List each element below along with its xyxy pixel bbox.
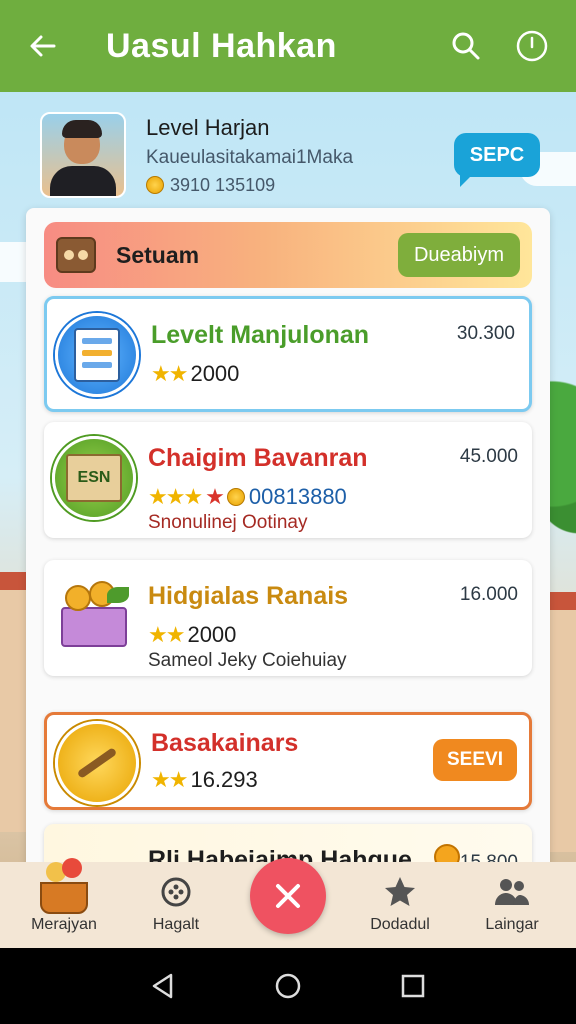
radio-icon	[56, 237, 96, 273]
avatar[interactable]	[40, 112, 126, 198]
close-fab-button[interactable]	[250, 858, 326, 934]
nav-item-laingar[interactable]: Laingar	[464, 874, 560, 934]
banner-label: Setuam	[116, 241, 200, 268]
nav-label: Merajyan	[31, 916, 97, 933]
clock-icon[interactable]	[510, 24, 554, 68]
banner-button[interactable]: Dueabiym	[398, 233, 520, 277]
item-value: 16.000	[459, 584, 518, 605]
star-icon: ★★	[148, 622, 185, 647]
list-item[interactable]: ESN Chaigim Bavanran ★★★ ★ 00813880 Snon…	[44, 422, 532, 538]
search-icon[interactable]	[444, 24, 488, 68]
system-home-icon[interactable]	[268, 966, 308, 1006]
fruit-basket-icon	[52, 574, 136, 658]
item-description: Sameol Jeky Coiehuiay	[148, 650, 347, 671]
item-title: Hidgialas Ranais	[148, 582, 349, 610]
item-action-button[interactable]: SEEVI	[433, 739, 517, 781]
profile-header: Level Harjan Kaueulasitakamai1Maka 3910 …	[40, 110, 540, 200]
package-box-icon: ESN	[52, 436, 136, 520]
item-rating: ★★ 16.293	[151, 767, 258, 792]
profile-points: 3910 135109	[146, 175, 454, 196]
item-title: Levelt Manjulonan	[151, 321, 370, 349]
star-icon: ★★★	[148, 484, 203, 509]
app-bar: Uasul Hahkan	[0, 0, 576, 92]
close-icon	[276, 884, 300, 908]
calendar-sheet-icon	[55, 313, 139, 397]
star-icon: ★★	[151, 767, 188, 792]
star-icon	[382, 874, 418, 910]
app-title: Uasul Hahkan	[106, 26, 337, 65]
nav-item-merajyan[interactable]: Merajyan	[16, 858, 112, 934]
profile-points-value: 3910 135109	[170, 174, 276, 195]
nav-item-dodadul[interactable]: Dodadul	[352, 874, 448, 934]
people-icon	[494, 874, 530, 910]
item-title: Chaigim Bavanran	[148, 444, 368, 472]
item-rating: ★★★ ★ 00813880	[148, 484, 347, 509]
coin-icon	[146, 176, 164, 194]
nav-item-hagalt[interactable]: Hagalt	[128, 874, 224, 934]
coin-icon	[226, 488, 245, 506]
banner: Setuam Dueabiym	[44, 222, 532, 288]
nav-label: Dodadul	[370, 916, 430, 933]
profile-subtitle: Kaueulasitakamai1Maka	[146, 146, 354, 168]
nav-label: Hagalt	[152, 916, 200, 933]
item-description: Snonulinej Ootinay	[148, 512, 308, 533]
system-navigation-bar	[0, 948, 576, 1024]
grid-circle-icon	[158, 874, 194, 910]
item-title: Basakainars	[151, 729, 299, 757]
item-value: 30.300	[456, 323, 515, 344]
coin-stick-icon	[55, 721, 139, 805]
item-rating: ★★ 2000	[148, 622, 237, 647]
content-card: Setuam Dueabiym Levelt Manjulonan ★★ 200…	[26, 208, 550, 948]
back-arrow-icon[interactable]	[22, 26, 62, 66]
item-rating: ★★ 2000	[151, 361, 240, 386]
nav-label: Laingar	[485, 916, 539, 933]
chat-badge-button[interactable]: SEPC	[454, 133, 540, 187]
item-value: 45.000	[459, 446, 518, 467]
list-item[interactable]: Levelt Manjulonan ★★ 2000 30.300	[44, 296, 532, 412]
basket-icon	[34, 858, 94, 914]
list-item[interactable]: Basakainars ★★ 16.293 SEEVI	[44, 712, 532, 810]
system-recents-icon[interactable]	[393, 966, 433, 1006]
star-icon: ★	[205, 484, 225, 509]
list-item[interactable]: Hidgialas Ranais ★★ 2000 Sameol Jeky Coi…	[44, 560, 532, 676]
profile-name: Level Harjan	[146, 114, 270, 140]
system-back-icon[interactable]	[143, 966, 183, 1006]
star-icon: ★★	[151, 361, 188, 386]
